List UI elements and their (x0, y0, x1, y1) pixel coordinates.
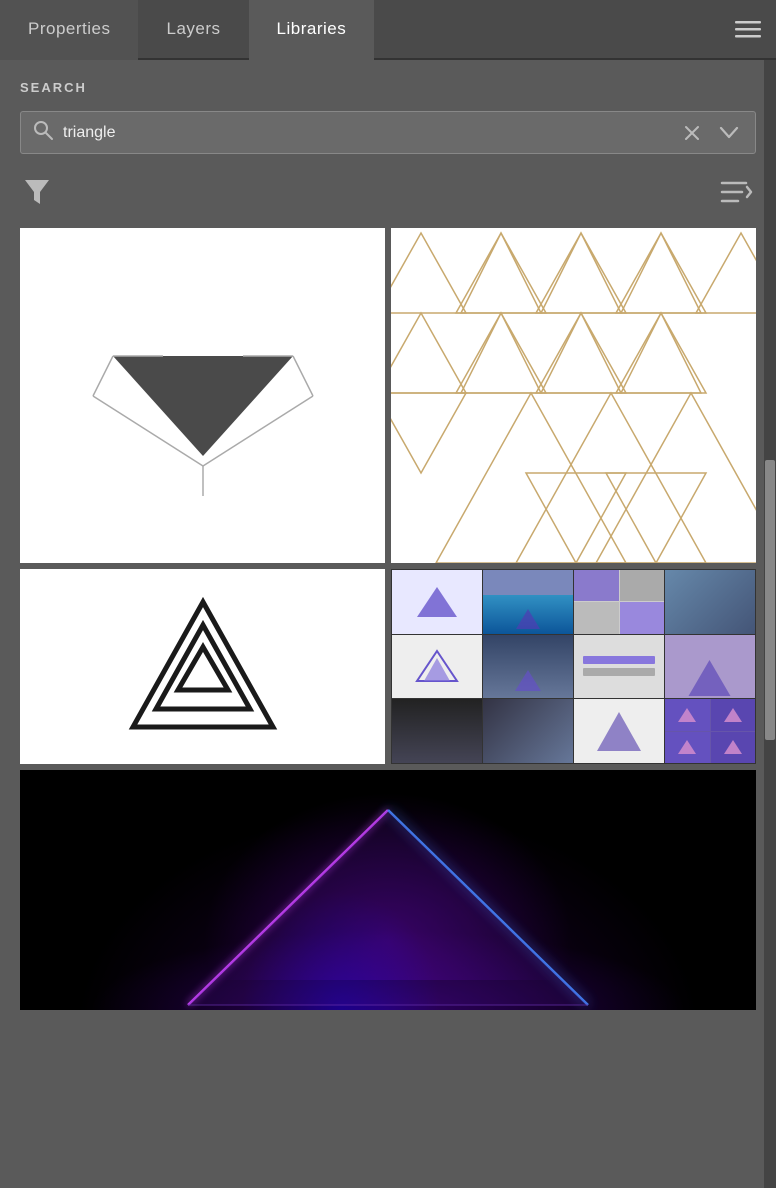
sort-button[interactable] (716, 175, 756, 209)
result-item[interactable] (391, 228, 756, 563)
image-neon-triangle (20, 770, 756, 1010)
scrollbar[interactable] (764, 60, 776, 1188)
search-section-label: SEARCH (20, 80, 756, 95)
image-triple-triangle (20, 569, 385, 764)
results-grid (20, 228, 756, 1010)
image-presentation-mosaic (391, 569, 756, 764)
search-box (20, 111, 756, 154)
search-expand-button[interactable] (715, 126, 743, 140)
tabs-bar: Properties Layers Libraries (0, 0, 776, 60)
tab-properties[interactable]: Properties (0, 0, 138, 60)
image-dark-triangle (20, 228, 385, 563)
result-item[interactable] (391, 569, 756, 764)
menu-icon-button[interactable] (720, 0, 776, 58)
hamburger-icon (735, 19, 761, 39)
filter-button[interactable] (20, 174, 54, 210)
image-gold-triangles (391, 228, 756, 563)
content-area: SEARCH (0, 60, 776, 1188)
search-icon (33, 120, 53, 145)
search-input[interactable] (63, 124, 669, 142)
tab-layers[interactable]: Layers (138, 0, 248, 60)
filter-bar (20, 174, 756, 210)
tab-libraries[interactable]: Libraries (249, 0, 375, 60)
search-clear-button[interactable] (679, 124, 705, 142)
result-item[interactable] (20, 770, 756, 1010)
scrollbar-thumb[interactable] (765, 460, 775, 740)
result-item[interactable] (20, 228, 385, 563)
result-item[interactable] (20, 569, 385, 764)
